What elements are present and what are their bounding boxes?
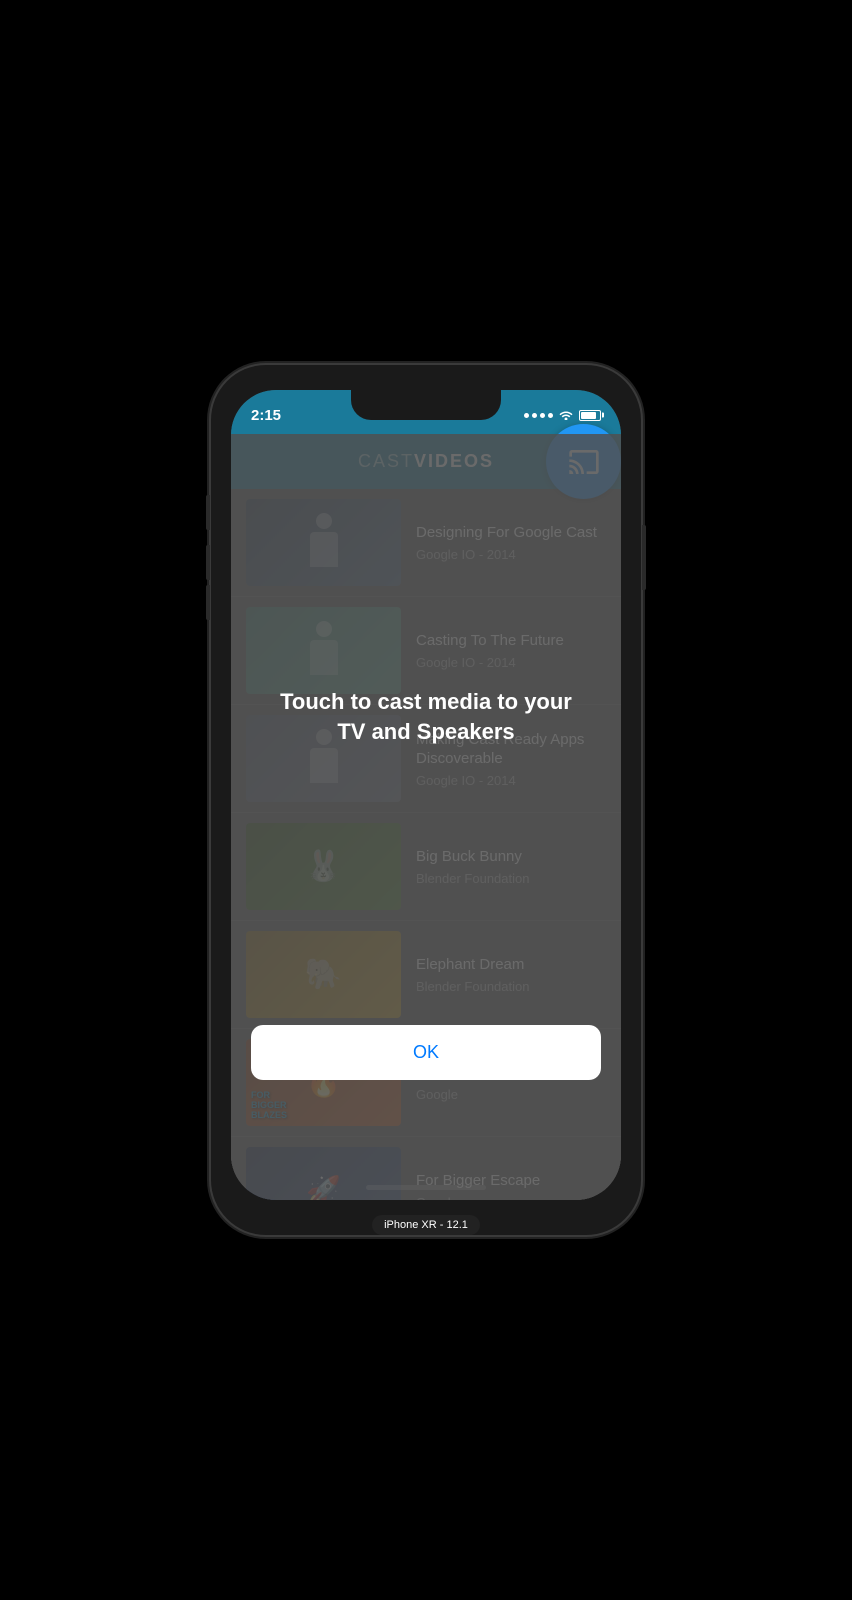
battery-fill <box>581 412 596 419</box>
phone-frame: 2:15 <box>211 365 641 1235</box>
cast-tooltip-text: Touch to cast media to your TV and Speak… <box>231 687 621 746</box>
phone-screen: 2:15 <box>231 390 621 1200</box>
cast-tooltip-overlay: Touch to cast media to your TV and Speak… <box>231 434 621 1200</box>
ok-button-container: OK <box>251 1025 601 1080</box>
status-time: 2:15 <box>251 401 281 424</box>
ok-button[interactable]: OK <box>251 1025 601 1080</box>
notch <box>351 390 501 420</box>
signal-dot-4 <box>548 413 553 418</box>
device-label: iPhone XR - 12.1 <box>372 1215 480 1235</box>
status-icons <box>524 402 601 423</box>
signal-dot-1 <box>524 413 529 418</box>
wifi-icon <box>558 408 574 423</box>
battery-icon <box>579 410 601 421</box>
signal-dot-3 <box>540 413 545 418</box>
signal-dots <box>524 413 553 418</box>
signal-dot-2 <box>532 413 537 418</box>
